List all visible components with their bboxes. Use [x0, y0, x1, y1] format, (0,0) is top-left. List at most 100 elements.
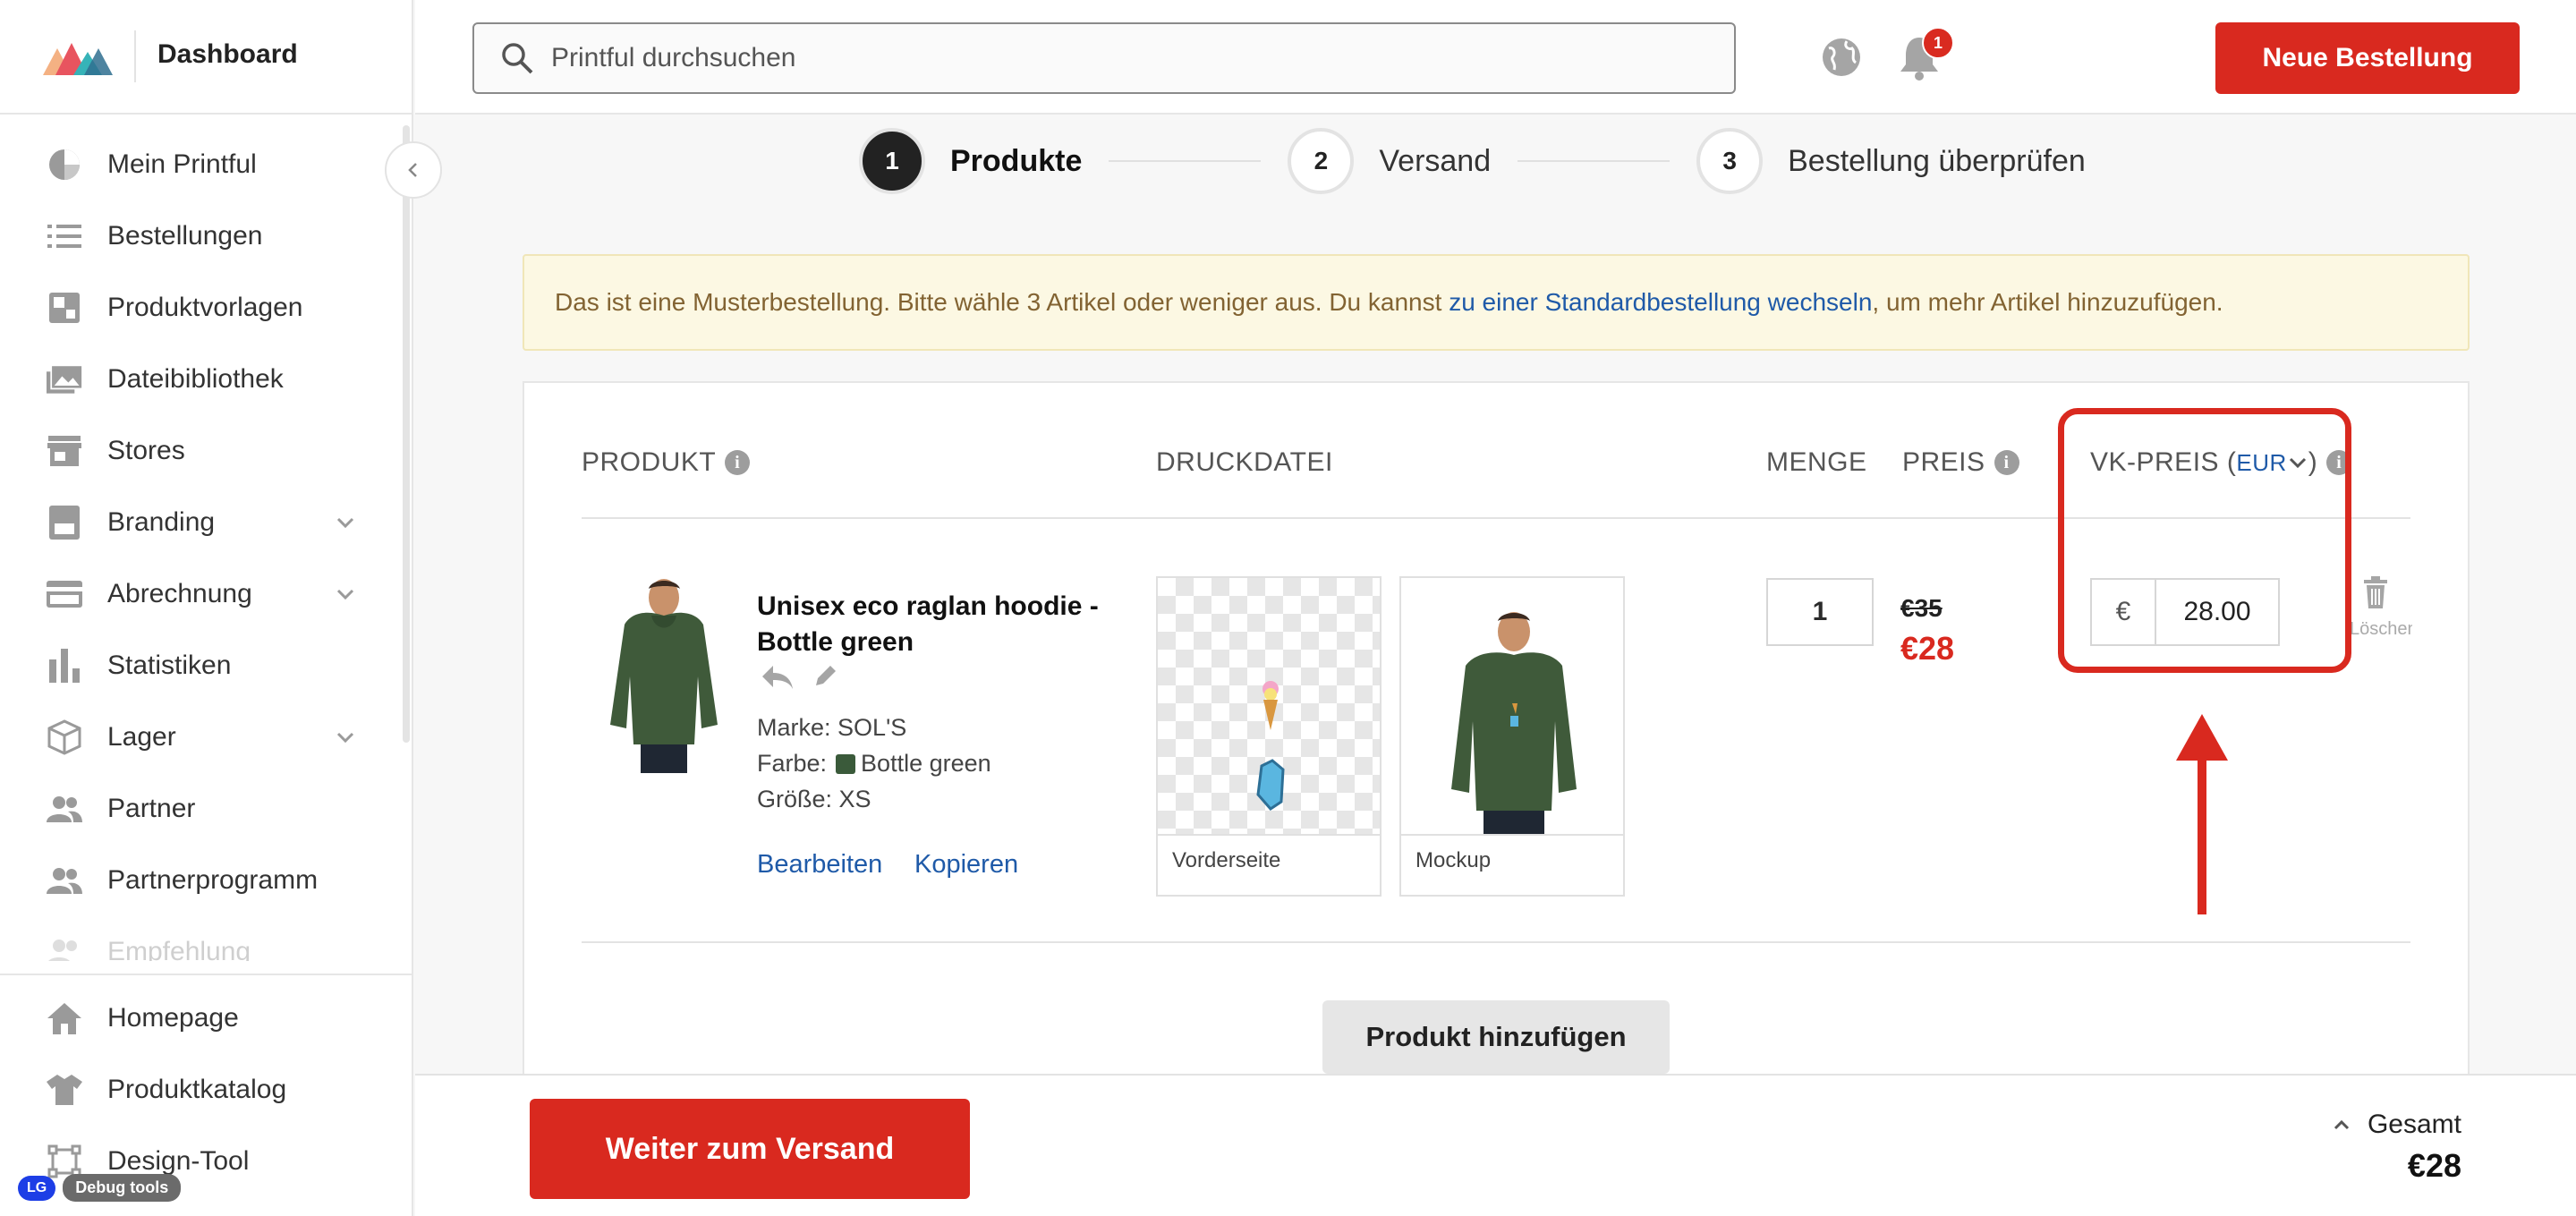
info-icon[interactable]: i	[725, 450, 751, 475]
product-title: Unisex eco raglan hoodie - Bottle green	[757, 591, 1099, 657]
brand-value: SOL'S	[837, 714, 907, 741]
annotation-highlight-box	[2058, 408, 2351, 673]
credit-card-icon	[47, 576, 82, 612]
sidebar-item-produktvorlagen[interactable]: Produktvorlagen	[0, 272, 403, 344]
sidebar-item-label: Stores	[107, 436, 185, 465]
pie-chart-icon	[47, 147, 82, 183]
step-products[interactable]: 1 Produkte	[859, 128, 1082, 194]
sidebar-item-empfehlung[interactable]: Empfehlung	[0, 916, 403, 961]
search-bar[interactable]	[472, 22, 1736, 94]
row-divider	[582, 941, 2410, 943]
meta-label: Farbe:	[757, 750, 828, 777]
sidebar-item-stores[interactable]: Stores	[0, 415, 403, 487]
product-image	[610, 579, 718, 773]
sidebar-item-mein-printful[interactable]: Mein Printful	[0, 129, 403, 200]
file-caption: Mockup	[1416, 848, 1492, 872]
sidebar-item-label: Abrechnung	[107, 579, 252, 608]
images-icon	[47, 361, 82, 397]
people-icon	[47, 934, 82, 961]
add-product-button[interactable]: Produkt hinzufügen	[1322, 1000, 1670, 1074]
step-review[interactable]: 3 Bestellung überprüfen	[1696, 128, 2086, 194]
file-caption: Vorderseite	[1172, 848, 1281, 872]
column-header-quantity: MENGE	[1766, 447, 1867, 478]
column-header-label: PREIS	[1902, 447, 1985, 477]
printful-logo[interactable]	[43, 39, 113, 75]
people-icon	[47, 791, 82, 827]
delete-text: Löschen	[2350, 619, 2412, 639]
edit-pencil-icon[interactable]	[812, 664, 837, 689]
sidebar-item-label: Produktkatalog	[107, 1075, 287, 1104]
total-toggle[interactable]: Gesamt	[2332, 1110, 2461, 1140]
debug-tools[interactable]: LG Debug tools	[18, 1174, 182, 1202]
sidebar-item-label: Produktvorlagen	[107, 293, 303, 322]
debug-initials-badge[interactable]: LG	[18, 1175, 56, 1201]
brand-divider	[134, 30, 136, 82]
step-shipping[interactable]: 2 Versand	[1288, 128, 1491, 194]
sidebar-item-label: Partner	[107, 794, 196, 823]
reply-icon[interactable]	[761, 664, 795, 691]
step-number: 2	[1288, 128, 1355, 194]
sidebar-item-partner[interactable]: Partner	[0, 773, 403, 845]
bar-chart-icon	[47, 648, 82, 684]
chevron-down-icon[interactable]	[331, 580, 360, 608]
meta-label: Marke:	[757, 714, 831, 741]
sidebar-item-branding[interactable]: Branding	[0, 487, 403, 558]
mockup-file[interactable]: Mockup	[1399, 576, 1625, 897]
print-file-preview	[1158, 578, 1380, 836]
column-header-print-file: DRUCKDATEI	[1156, 447, 1333, 478]
box-icon	[47, 719, 82, 755]
sample-order-notice: Das ist eine Musterbestellung. Bitte wäh…	[523, 254, 2470, 351]
people-icon	[47, 863, 82, 898]
sidebar-item-lager[interactable]: Lager	[0, 702, 403, 773]
sidebar-scrollbar[interactable]	[403, 125, 410, 743]
copy-link[interactable]: Kopieren	[914, 850, 1018, 880]
sidebar-item-label: Design-Tool	[107, 1146, 250, 1176]
color-swatch	[836, 753, 856, 774]
edit-link[interactable]: Bearbeiten	[757, 850, 882, 880]
step-number: 1	[859, 128, 925, 194]
info-icon[interactable]: i	[1994, 450, 2019, 475]
quantity-input[interactable]: 1	[1766, 578, 1874, 646]
product-color: Farbe: Bottle green	[757, 750, 991, 778]
sidebar-item-bestellungen[interactable]: Bestellungen	[0, 200, 403, 272]
continue-to-shipping-button[interactable]: Weiter zum Versand	[530, 1099, 970, 1199]
step-label: Versand	[1379, 143, 1492, 178]
list-icon	[47, 218, 82, 254]
sidebar-item-label: Homepage	[107, 1003, 239, 1033]
switch-standard-order-link[interactable]: zu einer Standardbestellung wechseln	[1449, 288, 1872, 316]
trash-icon[interactable]	[2362, 576, 2389, 608]
column-header-label: PRODUKT	[582, 447, 717, 477]
color-value: Bottle green	[861, 750, 991, 777]
column-header-label: DRUCKDATEI	[1156, 447, 1333, 477]
brand-header: Dashboard	[0, 0, 413, 115]
new-order-button[interactable]: Neue Bestellung	[2215, 22, 2520, 94]
notification-badge: 1	[1922, 27, 1954, 59]
step-label: Bestellung überprüfen	[1788, 143, 2086, 178]
sidebar-item-label: Dateibibliothek	[107, 364, 284, 394]
sidebar-item-homepage[interactable]: Homepage	[0, 982, 413, 1054]
design-artwork	[1256, 681, 1285, 811]
sidebar-item-statistiken[interactable]: Statistiken	[0, 630, 403, 702]
mockup-image	[1451, 612, 1577, 834]
sidebar-item-partnerprogramm[interactable]: Partnerprogramm	[0, 845, 403, 916]
sidebar-collapse-button[interactable]	[385, 141, 442, 199]
original-price: €35	[1900, 594, 1943, 622]
sidebar: Dashboard Mein Printful Bestellungen Pro…	[0, 0, 413, 1216]
mockup-preview	[1401, 578, 1623, 836]
search-input[interactable]	[551, 43, 1714, 73]
app-title[interactable]: Dashboard	[157, 39, 298, 70]
order-stepper: 1 Produkte 2 Versand 3 Bestellung überpr…	[859, 125, 2086, 197]
debug-tools-button[interactable]: Debug tools	[63, 1174, 182, 1202]
delete-label[interactable]: Löschen	[2350, 619, 2412, 640]
sidebar-item-produktkatalog[interactable]: Produktkatalog	[0, 1054, 413, 1126]
chevron-down-icon[interactable]	[331, 508, 360, 537]
footer-bar: Weiter zum Versand Gesamt €28	[415, 1074, 2576, 1216]
globe-icon[interactable]	[1820, 36, 1863, 79]
top-bar: 1 Neue Bestellung	[415, 0, 2576, 115]
sidebar-item-abrechnung[interactable]: Abrechnung	[0, 558, 403, 630]
sidebar-item-dateibibliothek[interactable]: Dateibibliothek	[0, 344, 403, 415]
product-size: Größe: XS	[757, 786, 871, 813]
print-file-front[interactable]: Vorderseite	[1156, 576, 1382, 897]
chevron-down-icon[interactable]	[331, 723, 360, 752]
notice-text: Das ist eine Musterbestellung. Bitte wäh…	[555, 288, 1450, 316]
